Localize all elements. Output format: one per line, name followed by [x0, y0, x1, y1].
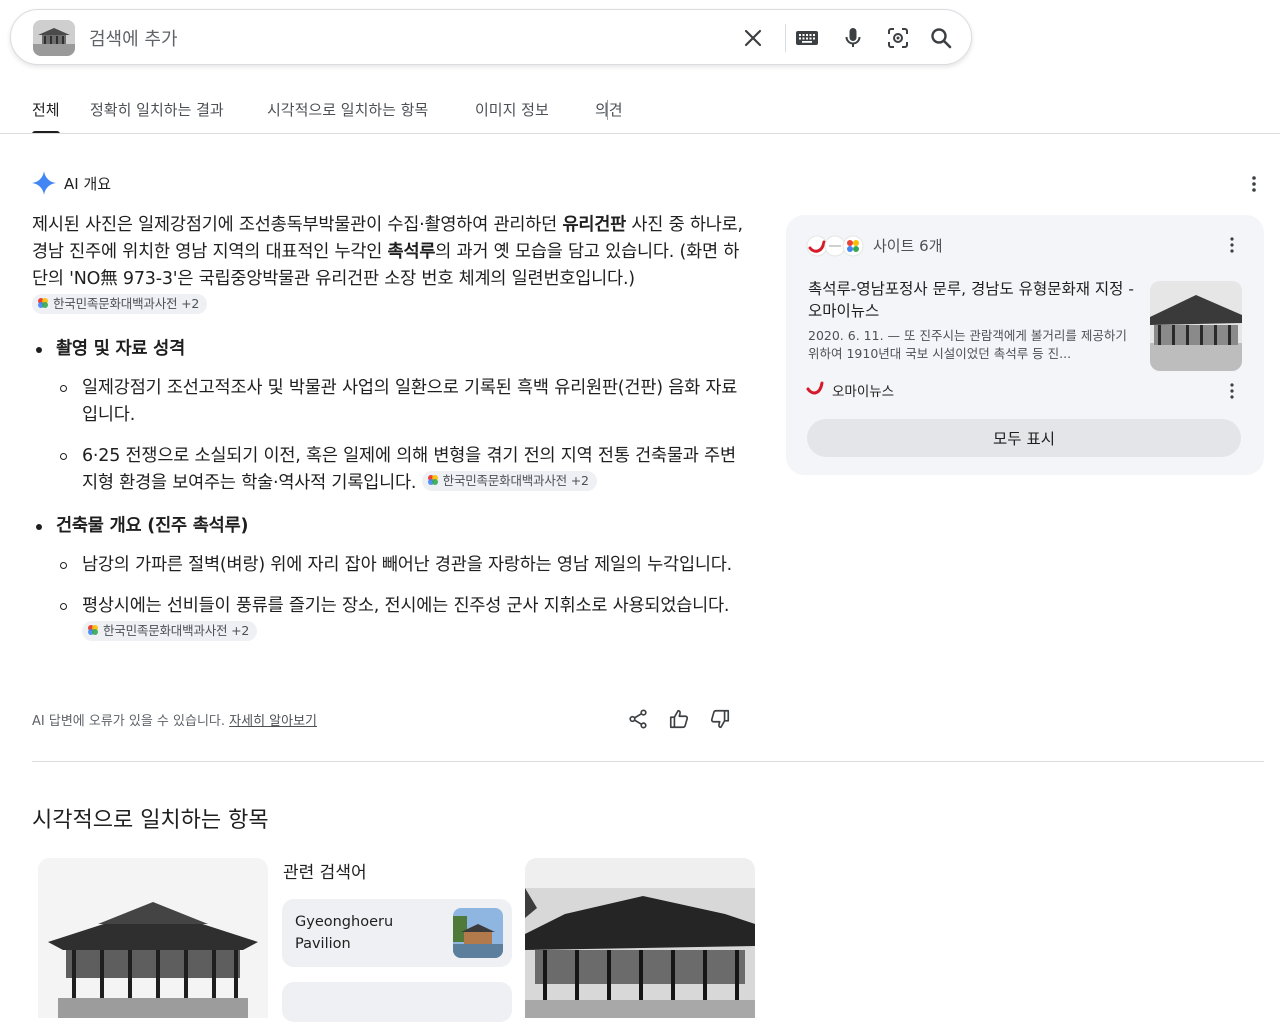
tab-image-info[interactable]: 이미지 정보 — [475, 96, 549, 134]
learn-more-link[interactable]: 자세히 알아보기 — [229, 714, 317, 729]
source-chip-label: 한국민족문화대백과사전 +2 — [103, 623, 250, 638]
tab-exact-matches[interactable]: 정확히 일치하는 결과 — [90, 96, 224, 134]
pavilion-photo — [453, 908, 503, 958]
keyboard-icon[interactable] — [795, 26, 819, 50]
tabs-underline-divider — [0, 133, 1280, 134]
ai-disclaimer: AI 답변에 오류가 있을 수 있습니다. 자세히 알아보기 — [32, 710, 317, 729]
related-search-label: Gyeonghoeru Pavilion — [295, 914, 394, 952]
pavilion-photo — [525, 858, 755, 1018]
article-snippet: 2020. 6. 11. — 또 진주시는 관람객에게 볼거리를 제공하기 위하… — [808, 328, 1127, 361]
microphone-icon[interactable] — [841, 26, 865, 50]
related-search-card[interactable]: Gyeonghoeru Pavilion — [282, 899, 512, 967]
close-icon[interactable] — [741, 26, 765, 50]
related-search-thumbnail — [453, 908, 503, 958]
ai-overview-footer: AI 답변에 오류가 있을 수 있습니다. 자세히 알아보기 — [32, 708, 744, 732]
search-input[interactable] — [87, 20, 711, 58]
search-icon[interactable] — [929, 26, 953, 50]
sub-item-text: 6·25 전쟁으로 소실되기 이전, 혹은 일제에 의해 변형을 겪기 전의 지… — [82, 446, 736, 493]
source-chip[interactable]: 한국민족문화대백과사전 +2 — [82, 621, 258, 641]
more-options-icon[interactable] — [1244, 174, 1264, 194]
sub-item-text: 일제강점기 조선고적조사 및 박물관 사업의 일환으로 기록된 흑백 유리원판(… — [82, 378, 738, 425]
intro-bold-term: 유리건판 — [562, 215, 627, 235]
tab-visual-matches[interactable]: 시각적으로 일치하는 항목 — [267, 96, 428, 134]
ai-overview-label: AI 개요 — [64, 175, 112, 193]
encyclopedia-logo-icon — [38, 298, 48, 308]
encyclopedia-logo-icon — [427, 475, 438, 485]
list-item: 건축물 개요 (진주 촉석루) 남강의 가파른 절벽(벼랑) 위에 자리 잡아 … — [32, 513, 744, 647]
related-searches-title: 관련 검색어 — [283, 863, 367, 883]
list-item: 남강의 가파른 절벽(벼랑) 위에 자리 잡아 빼어난 경관을 자랑하는 영남 … — [56, 552, 744, 579]
more-options-icon[interactable] — [1222, 235, 1242, 255]
pavilion-photo — [1150, 281, 1242, 371]
query-image-thumbnail[interactable] — [33, 20, 75, 56]
search-bar — [10, 9, 972, 65]
visual-matches-title: 시각적으로 일치하는 항목 — [32, 808, 269, 833]
gemini-sparkle-icon — [32, 171, 56, 195]
source-chip[interactable]: 한국민족문화대백과사전 +2 — [421, 471, 597, 491]
intro-text: 제시된 사진은 일제강점기에 조선총독부박물관이 수집·촬영하여 관리하던 — [32, 215, 563, 235]
article-thumbnail[interactable] — [1150, 281, 1242, 371]
thumbs-down-icon[interactable] — [709, 708, 731, 730]
pavilion-photo — [33, 20, 75, 56]
sub-item-text: 남강의 가파른 절벽(벼랑) 위에 자리 잡아 빼어난 경관을 자랑하는 영남 … — [82, 555, 733, 575]
site-favicons — [806, 235, 864, 257]
article-title-link[interactable]: 촉석루-영남포정사 문루, 경남도 유형문화재 지정 - 오마이뉴스 — [808, 278, 1138, 322]
list-item: 촬영 및 자료 성격 일제강점기 조선고적조사 및 박물관 사업의 일환으로 기… — [32, 336, 744, 497]
search-bar-separator — [785, 24, 786, 52]
tab-all[interactable]: 전체 — [32, 96, 60, 134]
tab-feedback[interactable]: 의견 — [595, 96, 623, 134]
bullet-heading: 건축물 개요 (진주 촉석루) — [56, 516, 249, 536]
visual-match-image[interactable] — [525, 858, 755, 1018]
ohmynews-logo-icon — [806, 381, 824, 395]
list-item: 평상시에는 선비들이 풍류를 즐기는 장소, 전시에는 진주성 군사 지휘소로 … — [56, 593, 744, 647]
source-chip[interactable]: 한국민족문화대백과사전 +2 — [32, 294, 208, 314]
section-divider — [32, 761, 1264, 762]
more-options-icon[interactable] — [1222, 381, 1242, 401]
lens-icon[interactable] — [886, 26, 910, 50]
encyclopedia-logo-icon — [88, 625, 98, 635]
source-chip-label: 한국민족문화대백과사전 +2 — [53, 296, 200, 311]
list-item: 6·25 전쟁으로 소실되기 이전, 혹은 일제에 의해 변형을 겪기 전의 지… — [56, 443, 744, 497]
thumbs-up-icon[interactable] — [668, 708, 690, 730]
sources-card: 사이트 6개 촉석루-영남포정사 문루, 경남도 유형문화재 지정 - 오마이뉴… — [786, 215, 1264, 475]
pavilion-photo — [38, 858, 268, 1018]
source-name: 오마이뉴스 — [832, 384, 895, 400]
sub-list: 일제강점기 조선고적조사 및 박물관 사업의 일환으로 기록된 흑백 유리원판(… — [56, 375, 744, 497]
sub-item-text: 평상시에는 선비들이 풍류를 즐기는 장소, 전시에는 진주성 군사 지휘소로 … — [82, 596, 730, 616]
related-search-card[interactable] — [282, 982, 512, 1022]
show-all-button[interactable]: 모두 표시 — [807, 419, 1241, 457]
sub-list: 남강의 가파른 절벽(벼랑) 위에 자리 잡아 빼어난 경관을 자랑하는 영남 … — [56, 552, 744, 647]
sites-count-label[interactable]: 사이트 6개 — [873, 235, 943, 256]
ai-overview-body: 제시된 사진은 일제강점기에 조선총독부박물관이 수집·촬영하여 관리하던 유리… — [32, 212, 744, 663]
ai-bullet-list: 촬영 및 자료 성격 일제강점기 조선고적조사 및 박물관 사업의 일환으로 기… — [32, 336, 744, 647]
list-item: 일제강점기 조선고적조사 및 박물관 사업의 일환으로 기록된 흑백 유리원판(… — [56, 375, 744, 429]
share-icon[interactable] — [627, 708, 649, 730]
visual-match-image[interactable] — [38, 858, 268, 1018]
bullet-heading: 촬영 및 자료 성격 — [56, 339, 185, 359]
ai-intro-paragraph: 제시된 사진은 일제강점기에 조선총독부박물관이 수집·촬영하여 관리하던 유리… — [32, 212, 744, 320]
disclaimer-text: AI 답변에 오류가 있을 수 있습니다. — [32, 714, 226, 729]
intro-bold-term: 촉석루 — [387, 242, 436, 262]
source-chip-label: 한국민족문화대백과사전 +2 — [442, 473, 589, 488]
